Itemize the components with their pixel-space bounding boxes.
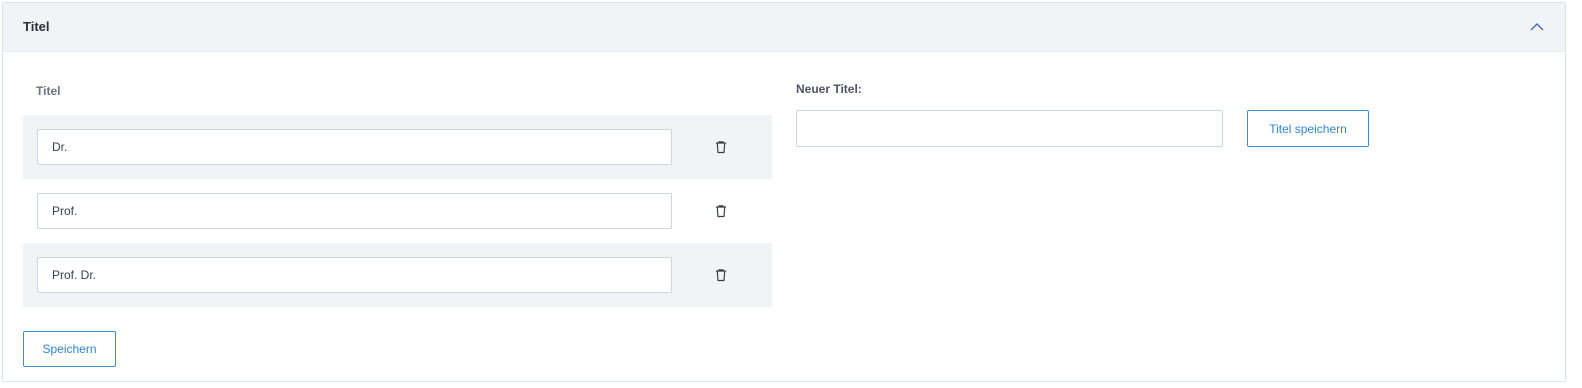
new-title-input[interactable] bbox=[796, 110, 1223, 147]
trash-icon[interactable] bbox=[713, 203, 729, 219]
panel-title: Titel bbox=[23, 19, 50, 34]
title-input-prof[interactable] bbox=[37, 193, 672, 229]
chevron-up-icon[interactable] bbox=[1527, 17, 1547, 37]
title-row bbox=[23, 115, 772, 179]
title-row bbox=[23, 243, 772, 307]
trash-icon[interactable] bbox=[713, 267, 729, 283]
panel-header[interactable]: Titel bbox=[3, 3, 1565, 52]
title-row bbox=[23, 179, 772, 243]
title-input-dr[interactable] bbox=[37, 129, 672, 165]
title-input-prof-dr[interactable] bbox=[37, 257, 672, 293]
titles-column-label: Titel bbox=[36, 84, 61, 98]
save-title-button[interactable]: Titel speichern bbox=[1247, 110, 1369, 147]
save-button[interactable]: Speichern bbox=[23, 331, 116, 367]
trash-icon[interactable] bbox=[713, 139, 729, 155]
new-title-label: Neuer Titel: bbox=[796, 82, 862, 96]
titles-panel: Titel Titel Speichern bbox=[2, 2, 1566, 382]
